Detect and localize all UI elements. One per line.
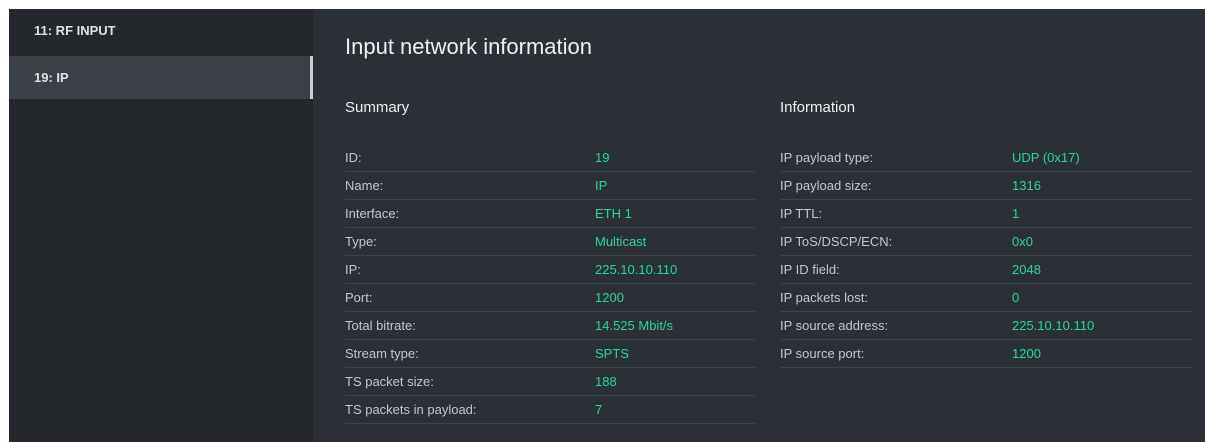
info-row-payload-type: IP payload type: UDP (0x17) [780,144,1193,172]
row-label: IP packets lost: [780,290,868,305]
row-value: 1200 [595,290,624,305]
row-value: SPTS [595,346,629,361]
summary-row-ts-packets-in-payload: TS packets in payload: 7 [345,396,755,424]
row-value: 2048 [1012,262,1041,277]
row-value: 7 [595,402,603,417]
row-label: Name: [345,178,384,193]
row-label: IP source address: [780,318,889,333]
summary-title: Summary [345,99,410,116]
summary-row-name: Name: IP [345,172,755,200]
info-row-payload-size: IP payload size: 1316 [780,172,1193,200]
row-value: Multicast [595,234,647,249]
sidebar-item-ip[interactable]: 19: IP [9,56,313,99]
row-label: ID: [345,150,362,165]
row-label: IP TTL: [780,206,823,221]
summary-row-type: Type: Multicast [345,228,755,256]
row-label: TS packet size: [345,374,434,389]
summary-row-id: ID: 19 [345,144,755,172]
row-value: 1316 [1012,178,1041,193]
summary-rows: ID: 19 Name: IP Interface: ETH 1 Type: Multi… [345,144,755,424]
sidebar-item-rf-input[interactable]: 11: RF INPUT [9,9,313,52]
app-frame: 11: RF INPUT 19: IP Input network inform… [9,9,1205,442]
summary-row-stream-type: Stream type: SPTS [345,340,755,368]
summary-row-total-bitrate: Total bitrate: 14.525 Mbit/s [345,312,755,340]
row-value: 0x0 [1012,234,1033,249]
row-label: Port: [345,290,373,305]
row-label: IP source port: [780,346,865,361]
row-value: 14.525 Mbit/s [595,318,674,333]
row-value: 1200 [1012,346,1041,361]
row-value: 19 [595,150,610,165]
info-row-id-field: IP ID field: 2048 [780,256,1193,284]
row-value: UDP (0x17) [1012,150,1080,165]
sidebar: 11: RF INPUT 19: IP [9,9,313,442]
page-title: Input network information [345,34,593,59]
row-label: Stream type: [345,346,419,361]
row-value: 225.10.10.110 [595,262,678,277]
info-row-source-address: IP source address: 225.10.10.110 [780,312,1193,340]
row-value: 225.10.10.110 [1012,318,1095,333]
row-value: 188 [595,374,617,389]
summary-section: Summary ID: 19 Name: IP Interface: ETH 1 Ty… [345,98,755,424]
row-value: ETH 1 [595,206,632,221]
row-value: 1 [1012,206,1020,221]
summary-row-interface: Interface: ETH 1 [345,200,755,228]
info-row-ttl: IP TTL: 1 [780,200,1193,228]
row-value: IP [595,178,608,193]
row-label: Total bitrate: [345,318,416,333]
row-label: IP payload size: [780,178,872,193]
information-section: Information IP payload type: UDP (0x17) I… [780,98,1193,368]
info-row-packets-lost: IP packets lost: 0 [780,284,1193,312]
information-title: Information [780,99,856,116]
row-value: 0 [1012,290,1020,305]
information-rows: IP payload type: UDP (0x17) IP payload si… [780,144,1193,368]
main-panel: Input network information Summary ID: 19 … [313,9,1205,442]
row-label: IP ID field: [780,262,840,277]
row-label: IP payload type: [780,150,873,165]
row-label: TS packets in payload: [345,402,477,417]
summary-row-ts-packet-size: TS packet size: 188 [345,368,755,396]
summary-row-ip: IP: 225.10.10.110 [345,256,755,284]
row-label: Type: [345,234,377,249]
row-label: IP: [345,262,361,277]
info-row-tos: IP ToS/DSCP/ECN: 0x0 [780,228,1193,256]
summary-row-port: Port: 1200 [345,284,755,312]
row-label: Interface: [345,206,400,221]
row-label: IP ToS/DSCP/ECN: [780,234,893,249]
info-row-source-port: IP source port: 1200 [780,340,1193,368]
